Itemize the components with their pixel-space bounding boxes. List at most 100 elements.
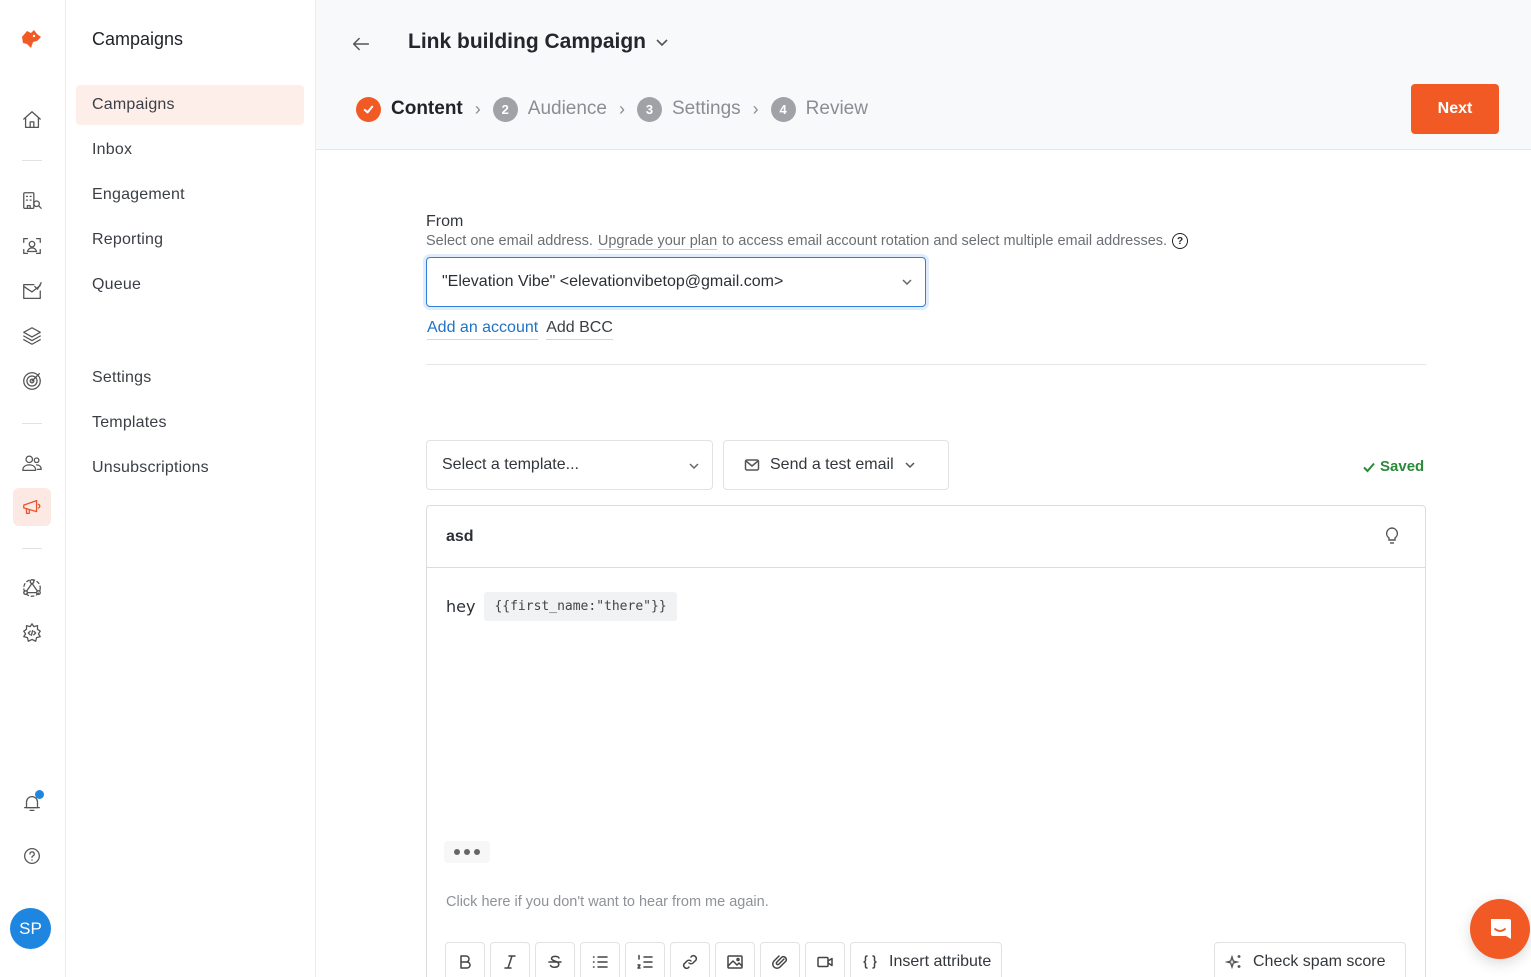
saved-status: Saved bbox=[1362, 458, 1424, 475]
insert-attribute-button[interactable]: Insert attribute bbox=[850, 942, 1003, 977]
step-audience[interactable]: 2 Audience bbox=[492, 96, 607, 122]
bulleted-list-button[interactable] bbox=[580, 942, 620, 977]
lightbulb-icon[interactable] bbox=[1383, 526, 1401, 546]
sidebar-item-templates[interactable]: Templates bbox=[76, 403, 304, 443]
chevron-down-icon bbox=[656, 39, 668, 47]
step-review[interactable]: 4 Review bbox=[770, 96, 868, 122]
step-number: 4 bbox=[770, 96, 796, 122]
subject-value: asd bbox=[446, 527, 474, 545]
rail-campaigns[interactable] bbox=[13, 488, 51, 526]
bulleted-list-icon bbox=[592, 956, 608, 968]
video-button[interactable] bbox=[805, 942, 845, 977]
step-label: Settings bbox=[672, 98, 741, 119]
unsubscribe-text[interactable]: Click here if you don't want to hear fro… bbox=[446, 894, 769, 910]
layers-icon bbox=[23, 327, 41, 345]
saved-label: Saved bbox=[1380, 458, 1425, 475]
step-label: Content bbox=[391, 98, 463, 119]
chat-widget-button[interactable] bbox=[1470, 899, 1530, 959]
from-help-text: Select one email address. Upgrade your p… bbox=[426, 233, 1189, 249]
sidebar-item-campaigns[interactable]: Campaigns bbox=[76, 85, 304, 125]
help-button[interactable] bbox=[13, 837, 51, 875]
rail-divider bbox=[22, 423, 42, 424]
email-body[interactable]: hey {{first_name:"there"}} bbox=[446, 592, 677, 621]
first-name-attribute-chip[interactable]: {{first_name:"there"}} bbox=[484, 592, 677, 621]
sidebar-item-settings[interactable]: Settings bbox=[76, 358, 304, 398]
strikethrough-button[interactable] bbox=[535, 942, 575, 977]
send-test-email-label: Send a test email bbox=[770, 456, 894, 473]
step-settings[interactable]: 3 Settings bbox=[637, 96, 741, 122]
chat-bubble-icon bbox=[1491, 919, 1511, 939]
step-content[interactable]: Content bbox=[356, 96, 463, 122]
bold-button[interactable] bbox=[445, 942, 485, 977]
code-gear-icon bbox=[23, 623, 41, 642]
campaign-title-dropdown[interactable]: Link building Campaign bbox=[408, 30, 670, 54]
bold-icon bbox=[460, 955, 471, 969]
sidebar-item-unsubscriptions[interactable]: Unsubscriptions bbox=[76, 448, 304, 488]
more-options-button[interactable] bbox=[444, 841, 490, 863]
user-avatar[interactable]: SP bbox=[10, 908, 51, 949]
rail-developer[interactable] bbox=[13, 614, 51, 652]
campaign-header: Link building Campaign Content › 2 Audie… bbox=[316, 0, 1531, 150]
sparkles-icon bbox=[1225, 954, 1241, 970]
formatting-toolbar: Insert attribute bbox=[445, 942, 1003, 977]
next-button[interactable]: Next bbox=[1411, 84, 1499, 134]
campaigns-sidebar: Campaigns Campaigns Inbox Engagement Rep… bbox=[66, 0, 316, 977]
step-number: 3 bbox=[637, 96, 662, 122]
sidebar-item-queue[interactable]: Queue bbox=[76, 265, 304, 305]
building-search-icon bbox=[23, 192, 42, 209]
template-select-placeholder: Select a template... bbox=[442, 456, 579, 473]
rail-divider bbox=[22, 160, 42, 161]
link-button[interactable] bbox=[670, 942, 710, 977]
section-divider bbox=[426, 364, 1426, 365]
sidebar-item-engagement[interactable]: Engagement bbox=[76, 175, 304, 215]
image-icon bbox=[727, 955, 743, 969]
rail-contacts[interactable] bbox=[13, 444, 51, 482]
template-select[interactable]: Select a template... bbox=[426, 440, 713, 490]
chevron-down-icon bbox=[905, 462, 915, 469]
question-circle-icon[interactable]: ? bbox=[1172, 233, 1189, 249]
home-icon bbox=[23, 111, 41, 128]
from-email-select[interactable]: "Elevation Vibe" <elevationvibetop@gmail… bbox=[426, 257, 926, 307]
subject-field[interactable]: asd bbox=[427, 506, 1425, 568]
rail-home[interactable] bbox=[13, 101, 51, 139]
image-button[interactable] bbox=[715, 942, 755, 977]
content-editor: From Select one email address. Upgrade y… bbox=[316, 150, 1531, 977]
check-spam-score-button[interactable]: Check spam score bbox=[1214, 942, 1406, 977]
sidebar-item-reporting[interactable]: Reporting bbox=[76, 220, 304, 260]
rail-company-search[interactable] bbox=[13, 182, 51, 220]
from-links: Add an account Add BCC bbox=[427, 319, 613, 340]
user-scan-icon bbox=[23, 238, 41, 254]
rail-email-verify[interactable] bbox=[13, 272, 51, 310]
help-prefix: Select one email address. bbox=[426, 233, 593, 249]
arrow-left-icon bbox=[352, 37, 370, 51]
add-account-link[interactable]: Add an account bbox=[427, 319, 539, 340]
sidebar-title: Campaigns bbox=[92, 29, 184, 49]
chevron-down-icon bbox=[902, 279, 912, 286]
sidebar-item-inbox[interactable]: Inbox bbox=[76, 130, 304, 170]
from-email-value: "Elevation Vibe" <elevationvibetop@gmail… bbox=[442, 273, 784, 290]
upgrade-plan-link[interactable]: Upgrade your plan bbox=[598, 233, 717, 249]
fox-logo-icon[interactable] bbox=[19, 28, 43, 50]
rail-layers[interactable] bbox=[13, 317, 51, 355]
attachment-button[interactable] bbox=[760, 942, 800, 977]
megaphone-icon bbox=[23, 499, 41, 515]
step-check-badge bbox=[356, 96, 381, 122]
video-icon bbox=[817, 956, 833, 968]
notifications-button[interactable] bbox=[13, 784, 51, 822]
rail-integrations[interactable] bbox=[13, 569, 51, 607]
link-icon bbox=[682, 954, 698, 970]
check-icon bbox=[363, 105, 374, 113]
rail-target[interactable] bbox=[13, 362, 51, 400]
strikethrough-icon bbox=[548, 955, 562, 968]
step-label: Audience bbox=[527, 98, 607, 119]
stepper: Content › 2 Audience › 3 Settings › 4 Re… bbox=[356, 95, 868, 123]
icon-rail: SP bbox=[0, 0, 66, 977]
mail-icon bbox=[744, 459, 760, 471]
add-bcc-link[interactable]: Add BCC bbox=[546, 319, 613, 340]
help-circle-icon bbox=[24, 848, 40, 864]
send-test-email-button[interactable]: Send a test email bbox=[723, 440, 949, 490]
numbered-list-button[interactable] bbox=[625, 942, 665, 977]
italic-button[interactable] bbox=[490, 942, 530, 977]
back-button[interactable] bbox=[350, 33, 374, 57]
rail-contact-scan[interactable] bbox=[13, 227, 51, 265]
